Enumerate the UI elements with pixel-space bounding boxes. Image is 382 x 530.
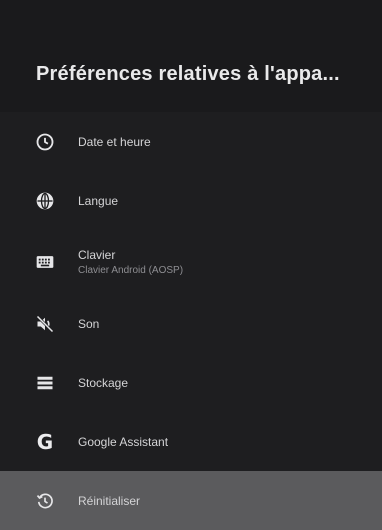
menu-item-label: Date et heure (78, 134, 151, 149)
menu-item-sublabel: Clavier Android (AOSP) (78, 265, 184, 276)
menu-item-label: Google Assistant (78, 434, 169, 449)
menu-item-label: Clavier (78, 248, 116, 262)
settings-panel: Préférences relatives à l'appa... Date e… (0, 0, 382, 530)
menu-item-reset[interactable]: Réinitialiser (0, 471, 382, 530)
menu-item-language[interactable]: Langue (0, 171, 382, 230)
globe-icon (34, 190, 56, 212)
clock-icon (34, 131, 56, 153)
storage-icon (34, 372, 56, 394)
sound-off-icon (34, 313, 56, 335)
menu-item-google-assistant[interactable]: G Google Assistant (0, 412, 382, 471)
settings-list: Date et heure Langue Clavier Clavier And… (0, 112, 382, 530)
menu-item-storage[interactable]: Stockage (0, 353, 382, 412)
menu-item-label: Réinitialiser (78, 493, 141, 508)
menu-item-sound[interactable]: Son (0, 294, 382, 353)
menu-item-label: Stockage (78, 375, 129, 390)
page-title: Préférences relatives à l'appa... (36, 63, 340, 85)
menu-item-date-time[interactable]: Date et heure (0, 112, 382, 171)
panel-header: Préférences relatives à l'appa... (0, 0, 382, 112)
restore-icon (34, 490, 56, 512)
menu-item-label: Son (78, 316, 100, 331)
keyboard-icon (34, 251, 56, 273)
google-icon: G (36, 429, 54, 454)
menu-item-label: Langue (78, 193, 119, 208)
menu-item-keyboard[interactable]: Clavier Clavier Android (AOSP) (0, 230, 382, 294)
